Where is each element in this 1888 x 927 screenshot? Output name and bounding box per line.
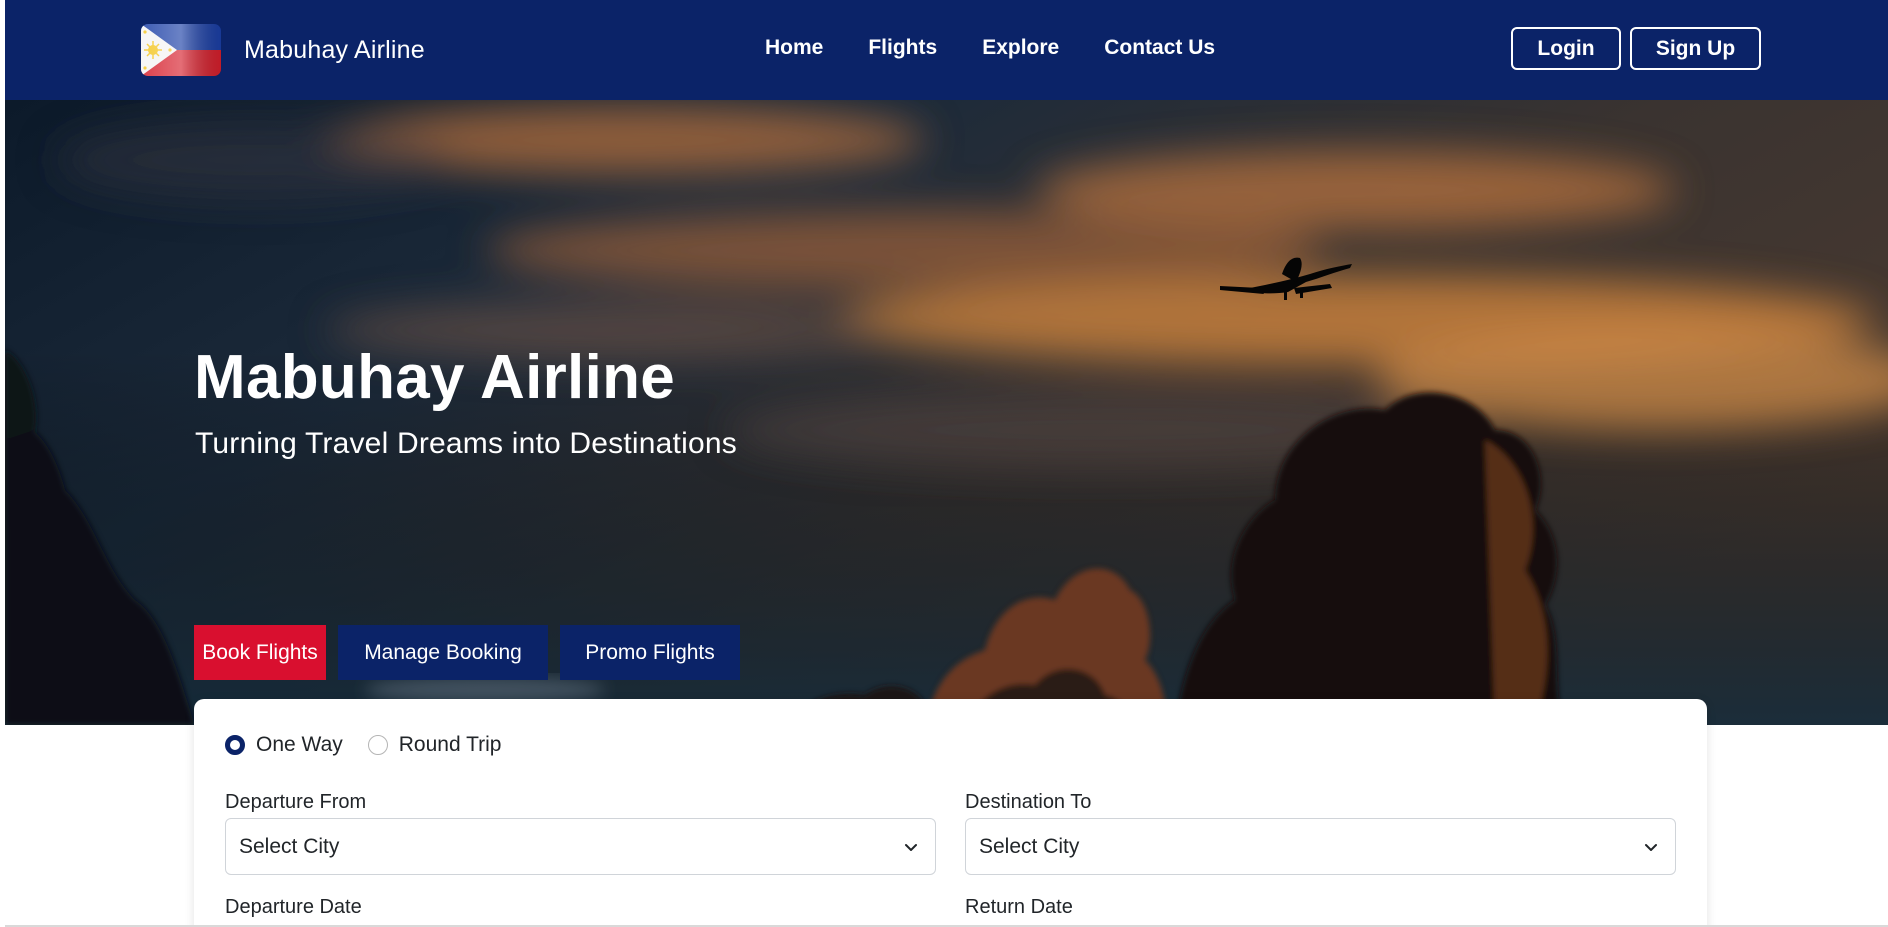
booking-tabs: Book Flights Manage Booking Promo Flight… [194,625,752,680]
nav-link-explore[interactable]: Explore [982,36,1059,60]
nav-link-contact-us[interactable]: Contact Us [1104,36,1215,60]
tab-book-flights[interactable]: Book Flights [194,625,326,680]
hero-section: Mabuhay Airline Turning Travel Dreams in… [5,100,1888,725]
brand-name: Mabuhay Airline [244,35,425,64]
hero-title: Mabuhay Airline [194,343,676,412]
tab-promo-flights[interactable]: Promo Flights [560,625,740,680]
nav-link-flights[interactable]: Flights [868,36,937,60]
departure-from-value: Select City [239,835,340,858]
one-way-label: One Way [256,733,343,756]
page: Mabuhay Airline Home Flights Explore Con… [5,0,1888,927]
nav-links: Home Flights Explore Contact Us [765,36,1215,60]
trip-type-options: One Way Round Trip [225,733,526,757]
destination-to-select[interactable]: Select City [965,818,1676,875]
destination-to-label: Destination To [965,791,1092,813]
one-way-option[interactable]: One Way [225,733,343,757]
chevron-down-icon [1645,844,1657,851]
tab-manage-booking[interactable]: Manage Booking [338,625,548,680]
signup-button[interactable]: Sign Up [1630,27,1761,70]
chevron-down-icon [905,844,917,851]
round-trip-label: Round Trip [398,733,502,756]
one-way-radio[interactable] [225,735,245,755]
departure-from-select[interactable]: Select City [225,818,936,875]
navbar: Mabuhay Airline Home Flights Explore Con… [5,0,1888,100]
hero-subtitle: Turning Travel Dreams into Destinations [195,427,737,460]
destination-to-value: Select City [979,835,1080,858]
round-trip-radio[interactable] [367,735,388,755]
return-date-label: Return Date [965,896,1073,918]
round-trip-option[interactable]: Round Trip [367,733,502,757]
brand[interactable]: Mabuhay Airline [141,24,425,76]
login-button[interactable]: Login [1511,27,1621,70]
nav-link-home[interactable]: Home [765,36,823,60]
philippines-flag-logo [141,24,221,76]
booking-form-card: One Way Round Trip Departure From Select… [194,699,1707,925]
departure-date-label: Departure Date [225,896,362,918]
departure-from-label: Departure From [225,791,367,813]
